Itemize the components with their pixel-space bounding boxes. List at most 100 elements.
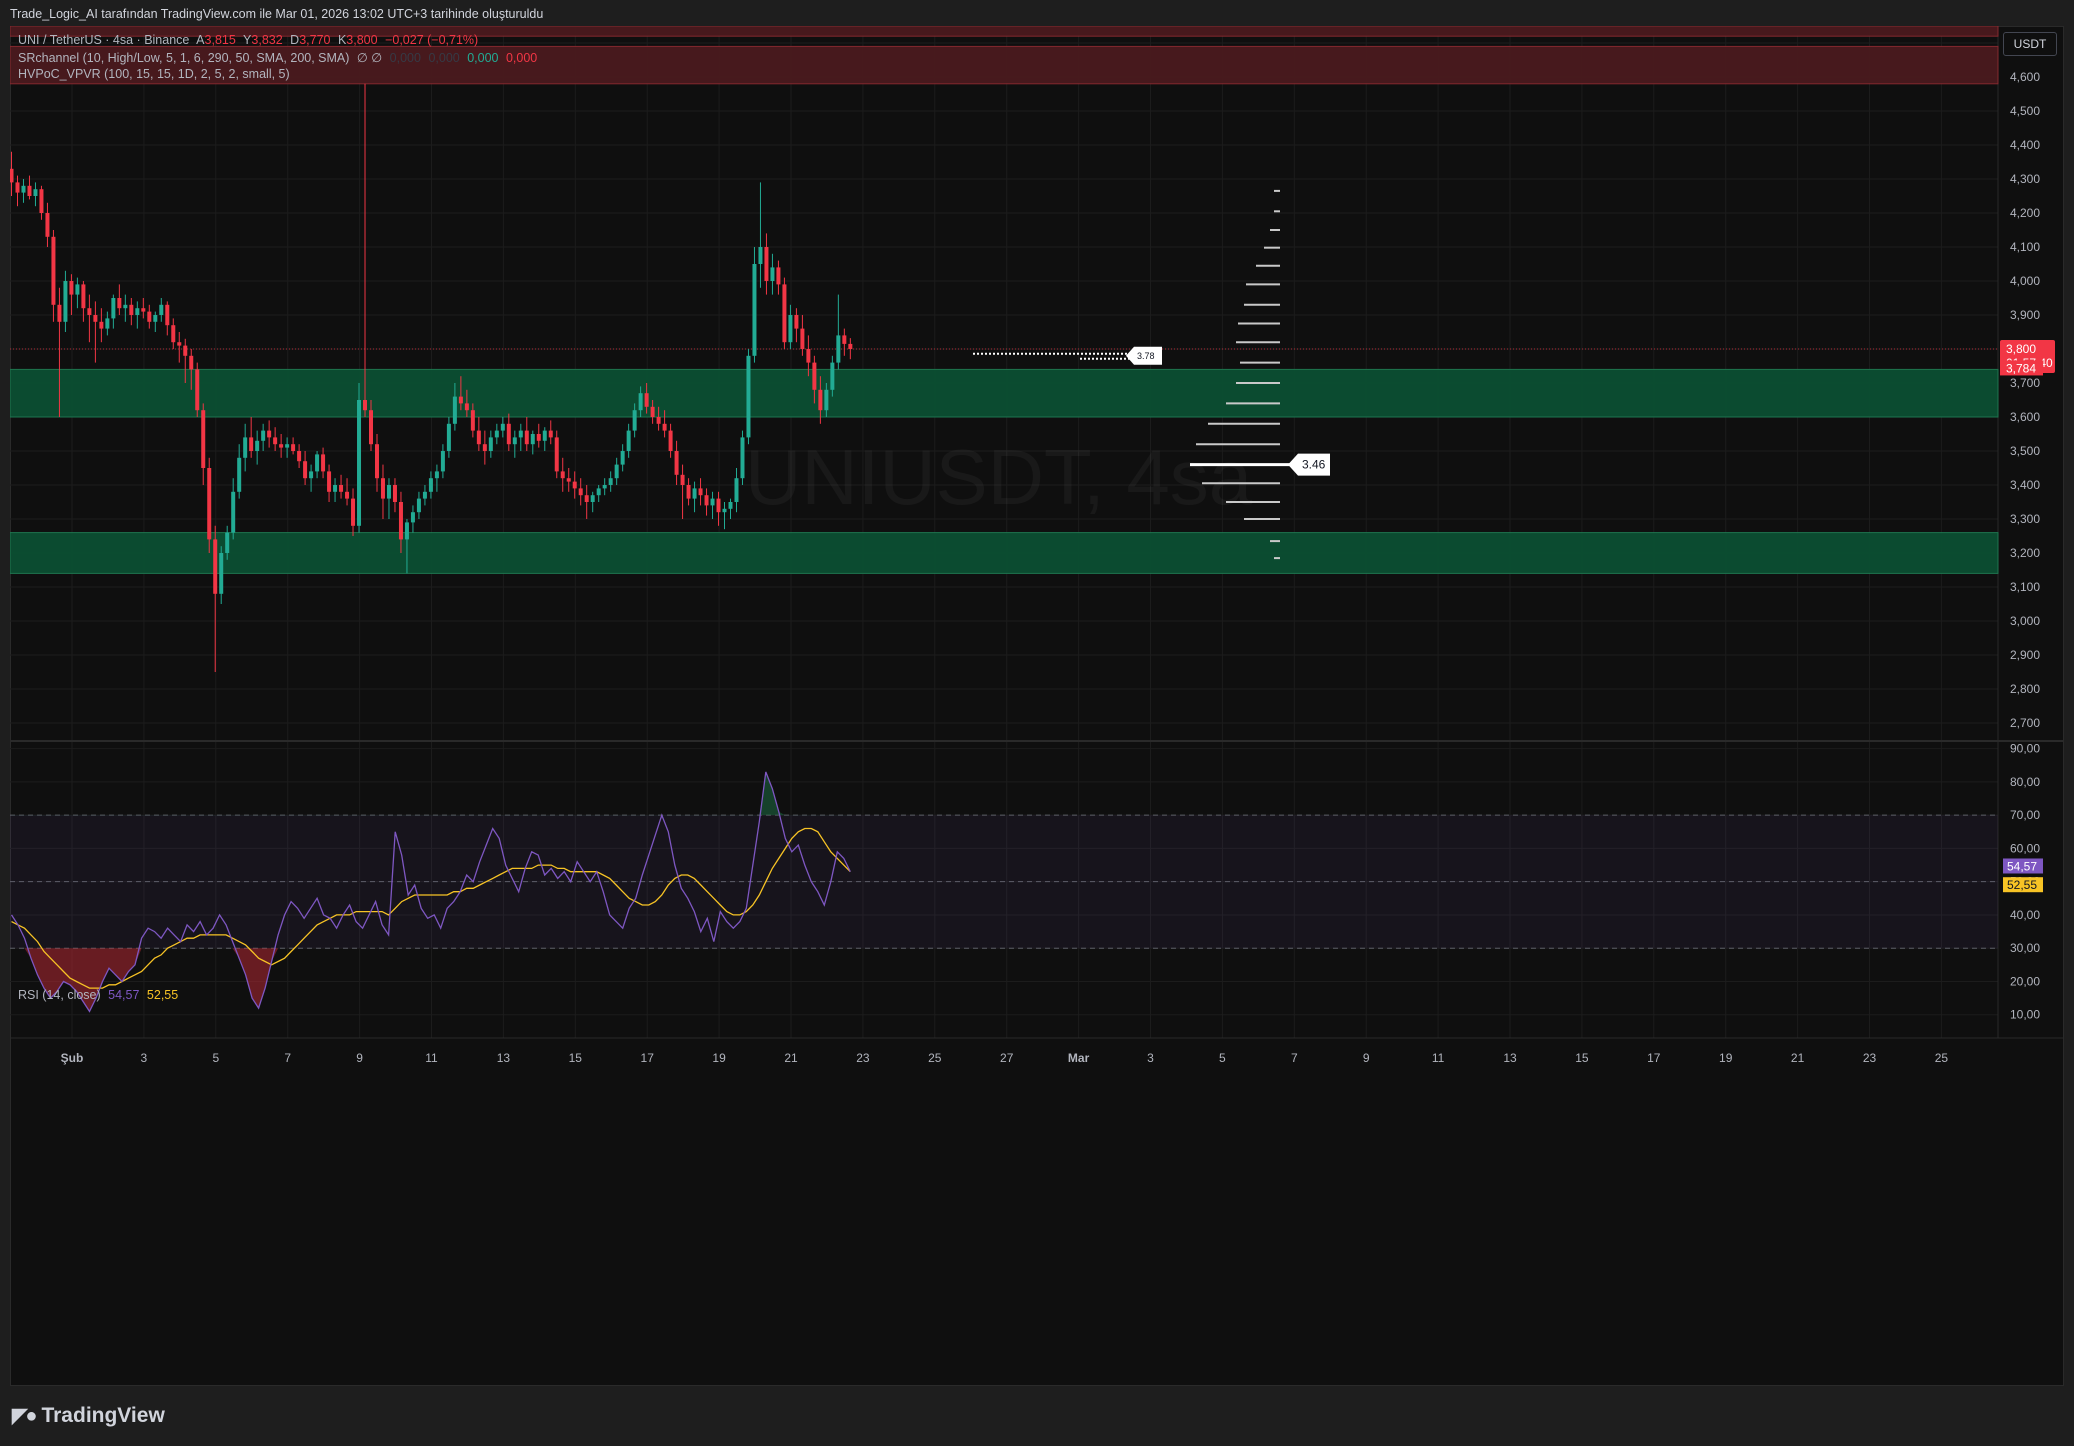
time-axis-label: 9 bbox=[1363, 1051, 1370, 1065]
rsi-axis-label: 60,00 bbox=[2010, 841, 2040, 855]
candle-body bbox=[45, 213, 50, 237]
candle-body bbox=[386, 485, 391, 499]
candle-body bbox=[764, 247, 769, 281]
time-axis-label: 25 bbox=[1935, 1051, 1949, 1065]
time-axis-label: 5 bbox=[212, 1051, 219, 1065]
candle-body bbox=[542, 430, 547, 441]
candle-body bbox=[464, 403, 469, 411]
candle-body bbox=[279, 444, 284, 448]
price-axis-label: 4,000 bbox=[2010, 274, 2040, 288]
chart-canvas[interactable]: UNIUSDT, 4sa3.463.784,7004,6004,5004,400… bbox=[10, 26, 2064, 1386]
candle-body bbox=[740, 437, 745, 479]
time-axis-label: 19 bbox=[712, 1051, 726, 1065]
time-axis-label: 3 bbox=[1147, 1051, 1154, 1065]
candle-body bbox=[638, 393, 643, 411]
price-axis-label: 4,300 bbox=[2010, 172, 2040, 186]
rsi-label[interactable]: RSI (14, close) bbox=[18, 988, 101, 1002]
candle-body bbox=[27, 185, 32, 196]
candle-body bbox=[476, 430, 481, 445]
currency-button[interactable]: USDT bbox=[2003, 32, 2057, 56]
low-label: D bbox=[290, 33, 300, 47]
candle-body bbox=[219, 553, 224, 594]
candle-body bbox=[470, 410, 475, 431]
candle-body bbox=[830, 362, 835, 390]
srchannel-label[interactable]: SRchannel (10, High/Low, 5, 1, 6, 290, 5… bbox=[18, 51, 349, 65]
time-axis-label: 17 bbox=[641, 1051, 655, 1065]
candle-body bbox=[21, 185, 26, 193]
candle-body bbox=[225, 532, 230, 553]
srchannel-value-3: 0,000 bbox=[467, 51, 499, 65]
candle-body bbox=[554, 437, 559, 472]
price-axis-label: 3,300 bbox=[2010, 512, 2040, 526]
time-axis-label: 7 bbox=[284, 1051, 291, 1065]
candle-body bbox=[135, 308, 140, 315]
candle-body bbox=[584, 495, 589, 502]
candle-body bbox=[231, 491, 236, 533]
price-axis-label: 3,700 bbox=[2010, 376, 2040, 390]
price-axis-label: 3,200 bbox=[2010, 546, 2040, 560]
price-axis-label: 4,200 bbox=[2010, 206, 2040, 220]
candle-body bbox=[380, 478, 385, 499]
time-axis-label: 15 bbox=[1575, 1051, 1589, 1065]
symbol-label[interactable]: UNI / TetherUS · 4sa · Binance bbox=[18, 33, 189, 47]
tradingview-logo[interactable]: ◤● TradingView bbox=[12, 1403, 165, 1428]
current-vp-label: 3.78 bbox=[1137, 351, 1155, 361]
time-axis-label: 23 bbox=[856, 1051, 870, 1065]
price-axis-label: 2,800 bbox=[2010, 682, 2040, 696]
rsi-axis-label: 40,00 bbox=[2010, 908, 2040, 922]
candle-body bbox=[566, 478, 571, 482]
candle-body bbox=[10, 168, 14, 183]
open-value: 3,815 bbox=[204, 33, 236, 47]
candle-body bbox=[339, 485, 344, 492]
candle-body bbox=[285, 444, 290, 448]
candle-body bbox=[752, 264, 757, 356]
candle-body bbox=[644, 393, 649, 407]
price-axis-label: 4,100 bbox=[2010, 240, 2040, 254]
candle-body bbox=[213, 539, 218, 594]
poc-label: 3.46 bbox=[1302, 458, 1326, 472]
candle-body bbox=[662, 423, 667, 431]
rsi-legend: RSI (14, close) 54,57 52,55 bbox=[18, 988, 182, 1002]
srchannel-value-4: 0,000 bbox=[505, 51, 538, 65]
candle-body bbox=[111, 298, 116, 319]
time-axis-label: 21 bbox=[1791, 1051, 1805, 1065]
candle-body bbox=[165, 304, 170, 326]
candle-body bbox=[159, 304, 164, 315]
time-axis-label: 13 bbox=[497, 1051, 511, 1065]
candle-body bbox=[428, 478, 433, 492]
candle-body bbox=[267, 430, 272, 438]
candle-body bbox=[560, 471, 565, 479]
candle-body bbox=[746, 355, 751, 438]
candle-body bbox=[87, 308, 92, 315]
candle-body bbox=[434, 471, 439, 479]
candle-body bbox=[824, 389, 829, 411]
candle-body bbox=[842, 335, 847, 344]
rsi-axis-label: 90,00 bbox=[2010, 742, 2040, 756]
price-axis-label: 4,500 bbox=[2010, 104, 2040, 118]
candle-body bbox=[776, 267, 781, 285]
hvpoc-label[interactable]: HVPoC_VPVR (100, 15, 15, 1D, 2, 5, 2, sm… bbox=[18, 67, 290, 81]
candle-body bbox=[512, 437, 517, 445]
open-label: A bbox=[196, 33, 205, 47]
time-axis-label: 21 bbox=[784, 1051, 798, 1065]
candle-body bbox=[620, 451, 625, 465]
support-zone bbox=[10, 532, 1999, 574]
candle-body bbox=[524, 430, 529, 445]
time-axis-label: 15 bbox=[569, 1051, 583, 1065]
candle-body bbox=[494, 430, 499, 438]
brand-label: TradingView bbox=[41, 1403, 165, 1427]
candle-body bbox=[201, 410, 206, 468]
watermark: UNIUSDT, 4sa bbox=[745, 433, 1253, 521]
candle-body bbox=[698, 488, 703, 496]
candle-body bbox=[69, 281, 74, 295]
candle-body bbox=[758, 247, 763, 264]
candle-body bbox=[105, 318, 110, 329]
candle-body bbox=[327, 471, 332, 492]
price-axis-label: 3,900 bbox=[2010, 308, 2040, 322]
price-axis-label: 3,500 bbox=[2010, 444, 2040, 458]
candle-body bbox=[129, 304, 134, 315]
candle-body bbox=[63, 281, 68, 322]
hvpoc-legend: HVPoC_VPVR (100, 15, 15, 1D, 2, 5, 2, sm… bbox=[18, 67, 294, 81]
candle-body bbox=[506, 423, 511, 445]
time-axis-label: 11 bbox=[1432, 1051, 1445, 1065]
